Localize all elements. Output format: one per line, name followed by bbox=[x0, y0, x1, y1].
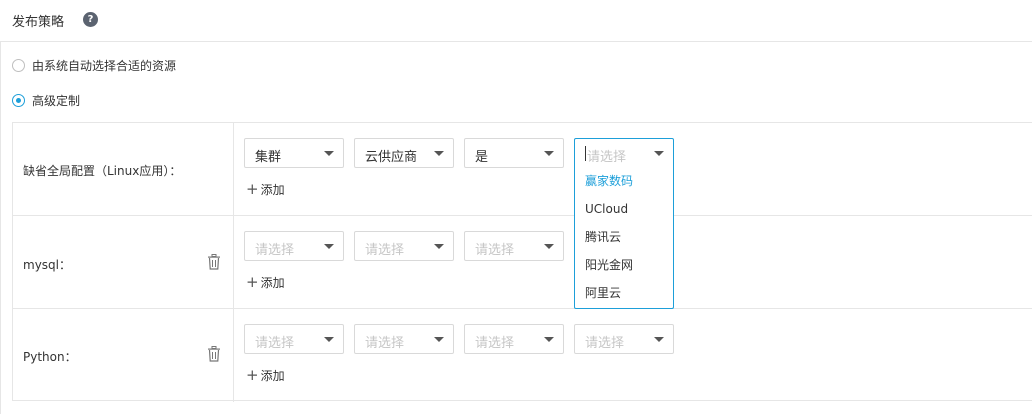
section-title: 发布策略 bbox=[12, 15, 65, 30]
config-row-mysql: mysql： 请选择 请选择 请选择 + 添加 bbox=[13, 216, 1032, 309]
add-rule-button[interactable]: + 添加 bbox=[246, 181, 285, 197]
select-field[interactable]: 请选择 bbox=[574, 324, 674, 354]
select-placeholder: 请选择 bbox=[475, 336, 515, 351]
select-field[interactable]: 请选择 bbox=[244, 324, 344, 354]
select-cluster[interactable]: 集群 bbox=[244, 138, 344, 168]
select-value: 云供应商 bbox=[365, 150, 418, 165]
select-value: 是 bbox=[475, 150, 489, 165]
select-boolean[interactable]: 是 bbox=[464, 138, 564, 168]
row-label: Python： bbox=[23, 350, 77, 364]
select-placeholder: 请选择 bbox=[255, 243, 295, 258]
select-placeholder: 请选择 bbox=[255, 336, 295, 351]
text-cursor bbox=[585, 146, 586, 161]
select-placeholder: 请选择 bbox=[365, 336, 405, 351]
chevron-down-icon bbox=[434, 337, 444, 342]
dropdown-option[interactable]: 腾讯云 bbox=[575, 223, 673, 251]
plus-icon: + bbox=[246, 272, 259, 291]
radio-button-checked[interactable] bbox=[12, 93, 25, 107]
add-rule-button[interactable]: + 添加 bbox=[246, 274, 285, 290]
plus-icon: + bbox=[246, 365, 259, 384]
chevron-down-icon bbox=[654, 337, 664, 342]
add-label: 添加 bbox=[260, 275, 285, 290]
add-rule-button[interactable]: + 添加 bbox=[246, 367, 285, 383]
select-placeholder: 请选择 bbox=[585, 336, 625, 351]
select-field[interactable]: 请选择 bbox=[464, 231, 564, 261]
radio-custom[interactable]: 高级定制 bbox=[12, 92, 80, 108]
chevron-down-icon bbox=[324, 244, 334, 249]
trash-icon[interactable] bbox=[207, 346, 221, 362]
add-label: 添加 bbox=[260, 368, 285, 383]
provider-dropdown-menu: 赢家数码 UCloud 腾讯云 阳光金网 阿里云 bbox=[574, 166, 674, 309]
chevron-down-icon bbox=[434, 244, 444, 249]
dropdown-option[interactable]: 阳光金网 bbox=[575, 251, 673, 279]
config-table: 缺省全局配置（Linux应用）： 集群 云供应商 是 请选择 + 添加 mysq… bbox=[12, 122, 1032, 402]
chevron-down-icon bbox=[544, 244, 554, 249]
row-label-cell: 缺省全局配置（Linux应用）： bbox=[13, 123, 234, 215]
chevron-down-icon bbox=[324, 337, 334, 342]
trash-icon[interactable] bbox=[207, 254, 221, 270]
select-field[interactable]: 请选择 bbox=[354, 231, 454, 261]
chevron-down-icon bbox=[544, 151, 554, 156]
select-value: 集群 bbox=[255, 150, 282, 165]
select-field[interactable]: 请选择 bbox=[244, 231, 344, 261]
select-placeholder: 请选择 bbox=[587, 150, 627, 165]
select-placeholder: 请选择 bbox=[365, 243, 405, 258]
config-row-python: Python： 请选择 请选择 请选择 请选择 + 添加 bbox=[13, 309, 1032, 402]
section-header: 发布策略 ? bbox=[0, 0, 1032, 42]
select-field[interactable]: 请选择 bbox=[354, 324, 454, 354]
config-row-global: 缺省全局配置（Linux应用）： 集群 云供应商 是 请选择 + 添加 bbox=[13, 123, 1032, 216]
dropdown-option[interactable]: 赢家数码 bbox=[575, 167, 673, 195]
help-icon[interactable]: ? bbox=[83, 12, 98, 27]
chevron-down-icon bbox=[654, 151, 664, 156]
row-label-cell: Python： bbox=[13, 309, 234, 402]
select-provider-focused[interactable]: 请选择 bbox=[574, 138, 674, 168]
select-provider-type[interactable]: 云供应商 bbox=[354, 138, 454, 168]
chevron-down-icon bbox=[324, 151, 334, 156]
select-field[interactable]: 请选择 bbox=[464, 324, 564, 354]
radio-button[interactable] bbox=[12, 58, 25, 72]
radio-auto-label: 由系统自动选择合适的资源 bbox=[32, 58, 177, 73]
dropdown-option[interactable]: UCloud bbox=[575, 195, 673, 223]
radio-custom-label: 高级定制 bbox=[32, 93, 81, 108]
dropdown-option[interactable]: 阿里云 bbox=[575, 279, 673, 307]
radio-auto-select[interactable]: 由系统自动选择合适的资源 bbox=[12, 57, 176, 73]
add-label: 添加 bbox=[260, 182, 285, 197]
chevron-down-icon bbox=[544, 337, 554, 342]
row-label: 缺省全局配置（Linux应用）： bbox=[23, 164, 182, 178]
row-label-cell: mysql： bbox=[13, 216, 234, 308]
chevron-down-icon bbox=[434, 151, 444, 156]
row-label: mysql： bbox=[23, 258, 71, 272]
select-placeholder: 请选择 bbox=[475, 243, 515, 258]
plus-icon: + bbox=[246, 179, 259, 198]
left-border bbox=[0, 42, 1, 414]
